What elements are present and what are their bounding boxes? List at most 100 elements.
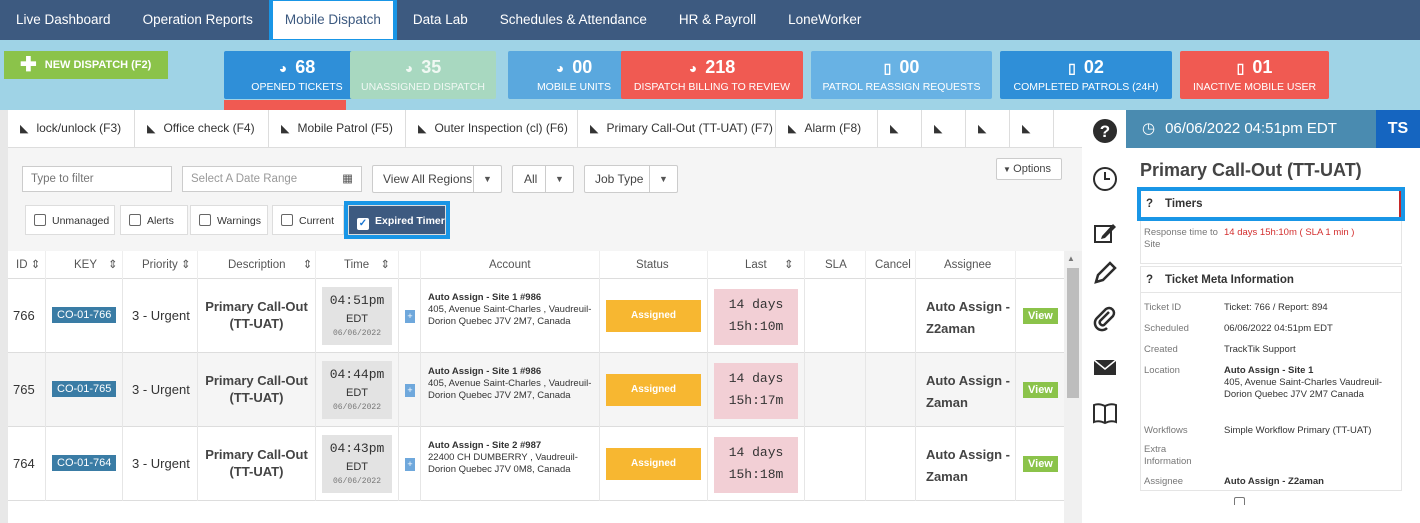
sort-icon: ⇕ — [380, 259, 390, 271]
nav-live-dashboard[interactable]: Live Dashboard — [0, 0, 127, 40]
nav-mobile-dispatch[interactable]: Mobile Dispatch — [268, 0, 397, 43]
timers-header[interactable]: ? Timers — [1137, 187, 1405, 221]
expand-icon[interactable]: + — [405, 384, 415, 397]
dispatch-icon: ◣ — [590, 123, 599, 135]
table-row[interactable]: 766 CO-01-766 3 - Urgent Primary Call-Ou… — [8, 279, 1064, 353]
stat-patrol-reassign[interactable]: ▯ 00 PATROL REASSIGN REQUESTS — [811, 51, 992, 99]
view-button[interactable]: View — [1023, 308, 1058, 324]
dispatch-icon: ◣ — [890, 123, 899, 135]
avatar[interactable]: TS — [1376, 110, 1420, 148]
phone-icon: ▯ — [1236, 60, 1245, 76]
stat-overflow-tile[interactable] — [224, 100, 346, 110]
scrollbar-thumb[interactable] — [1067, 268, 1079, 398]
col-cancel[interactable]: Cancel — [866, 251, 916, 279]
nav-operation-reports[interactable]: Operation Reports — [127, 0, 269, 40]
pie-chart-icon: ◕ — [688, 60, 698, 76]
checkbox-expired-timer[interactable]: ✓ Expired Timer — [344, 201, 450, 239]
check-icon[interactable]: ✓ — [357, 218, 369, 230]
col-account[interactable]: Account — [421, 251, 600, 279]
stat-unassigned-dispatch[interactable]: ◕ 35 UNASSIGNED DISPATCH — [350, 51, 496, 99]
pencil-icon[interactable] — [1084, 260, 1126, 292]
col-time[interactable]: Time ⇕ — [316, 251, 399, 279]
ticket-key-badge[interactable]: CO-01-764 — [52, 455, 117, 471]
date-range-input[interactable]: Select A Date Range ▦ — [182, 166, 362, 192]
pie-chart-icon: ◕ — [555, 60, 565, 76]
meta-ticket-id: Ticket: 766 / Report: 894 — [1224, 302, 1328, 313]
row-description: Primary Call-Out (TT-UAT) — [198, 427, 316, 501]
tab-alarm[interactable]: ◣ Alarm (F8) — [776, 110, 878, 148]
view-button[interactable]: View — [1023, 456, 1058, 472]
ticket-key-badge[interactable]: CO-01-766 — [52, 307, 117, 323]
tab-primary-call-out[interactable]: ◣ Primary Call-Out (TT-UAT) (F7) — [578, 110, 776, 148]
dispatch-type-tabs: ◣ lock/unlock (F3) ◣ Office check (F4) ◣ Mo… — [8, 110, 1082, 148]
new-dispatch-button[interactable]: ✚ NEW DISPATCH (F2) — [4, 51, 168, 79]
col-last[interactable]: Last ⇕ — [708, 251, 805, 279]
col-sla[interactable]: SLA — [805, 251, 866, 279]
help-icon[interactable]: ? — [1084, 118, 1126, 150]
mail-icon[interactable] — [1084, 358, 1126, 384]
expand-icon[interactable]: + — [405, 310, 415, 323]
panel-datetime-header: ◷ 06/06/2022 04:51pm EDT — [1126, 110, 1376, 148]
job-type-select[interactable]: Job Type ▼ — [584, 165, 678, 193]
checkbox-box[interactable] — [1234, 497, 1245, 505]
col-priority[interactable]: Priority ⇕ — [123, 251, 198, 279]
checkbox-alerts[interactable]: Alerts — [120, 205, 188, 235]
clock-icon[interactable] — [1084, 166, 1126, 198]
col-key[interactable]: KEY ⇕ — [46, 251, 123, 279]
table-row[interactable]: 765 CO-01-765 3 - Urgent Primary Call-Ou… — [8, 353, 1064, 427]
last-box: 14 days 15h:10m — [714, 289, 798, 345]
edit-icon[interactable] — [1084, 220, 1126, 252]
options-button[interactable]: ▼ Options — [996, 158, 1062, 180]
stat-completed-patrols[interactable]: ▯ 02 COMPLETED PATROLS (24H) — [1000, 51, 1172, 99]
ticket-meta-header[interactable]: ? Ticket Meta Information — [1141, 267, 1401, 293]
tab-extra-4[interactable]: ◣ — [1010, 110, 1054, 148]
nav-hr-payroll[interactable]: HR & Payroll — [663, 0, 772, 40]
tab-extra-2[interactable]: ◣ — [922, 110, 966, 148]
dispatch-icon: ◣ — [20, 123, 29, 135]
col-description[interactable]: Description ⇕ — [198, 251, 316, 279]
caret-down-icon: ▼ — [649, 166, 677, 192]
nav-schedules-attendance[interactable]: Schedules & Attendance — [484, 0, 663, 40]
regions-select[interactable]: View All Regions ▼ — [372, 165, 502, 193]
col-assignee[interactable]: Assignee — [916, 251, 1016, 279]
last-box: 14 days 15h:18m — [714, 437, 798, 493]
time-box: 04:43pm EDT 06/06/2022 — [322, 435, 392, 493]
tab-lock-unlock[interactable]: ◣ lock/unlock (F3) — [8, 110, 135, 148]
filter-input[interactable] — [22, 166, 172, 192]
status-badge: Assigned — [606, 300, 701, 332]
paperclip-icon[interactable] — [1084, 306, 1126, 338]
tab-mobile-patrol[interactable]: ◣ Mobile Patrol (F5) — [269, 110, 406, 148]
checkbox-current[interactable]: Current — [272, 205, 344, 235]
nav-loneworker[interactable]: LoneWorker — [772, 0, 877, 40]
stat-inactive-mobile-user[interactable]: ▯ 01 INACTIVE MOBILE USER — [1180, 51, 1329, 99]
checkbox-box[interactable] — [281, 214, 293, 226]
meta-workflows: Simple Workflow Primary (TT-UAT) — [1224, 425, 1372, 436]
tab-office-check[interactable]: ◣ Office check (F4) — [135, 110, 269, 148]
tab-extra-3[interactable]: ◣ — [966, 110, 1010, 148]
checkbox-box[interactable] — [34, 214, 46, 226]
checkbox-unmanaged[interactable]: Unmanaged — [25, 205, 115, 235]
phone-icon: ▯ — [1068, 60, 1076, 76]
meta-label: Scheduled — [1144, 323, 1189, 334]
stat-dispatch-billing[interactable]: ◕ 218 DISPATCH BILLING TO REVIEW — [621, 51, 803, 99]
tab-outer-inspection[interactable]: ◣ Outer Inspection (cl) (F6) — [406, 110, 578, 148]
view-button[interactable]: View — [1023, 382, 1058, 398]
checkbox-warnings[interactable]: Warnings — [190, 205, 268, 235]
expand-icon[interactable]: + — [405, 458, 415, 471]
response-label: Response time to Site — [1144, 227, 1218, 250]
ticket-key-badge[interactable]: CO-01-765 — [52, 381, 117, 397]
meta-label: Location — [1144, 365, 1180, 376]
nav-data-lab[interactable]: Data Lab — [397, 0, 484, 40]
table-row[interactable]: 764 CO-01-764 3 - Urgent Primary Call-Ou… — [8, 427, 1064, 501]
col-status[interactable]: Status — [600, 251, 708, 279]
all-select[interactable]: All ▼ — [512, 165, 574, 193]
scroll-up-icon[interactable]: ▲ — [1067, 254, 1075, 263]
tab-extra-1[interactable]: ◣ — [878, 110, 922, 148]
stat-opened-tickets[interactable]: ◕ 68 OPENED TICKETS — [224, 51, 370, 99]
table-scrollbar[interactable]: ▲ — [1064, 251, 1082, 523]
book-icon[interactable] — [1084, 400, 1126, 432]
col-id[interactable]: ID ⇕ — [8, 251, 46, 279]
row-id: 766 — [8, 279, 46, 353]
checkbox-box[interactable] — [199, 214, 211, 226]
checkbox-box[interactable] — [129, 214, 141, 226]
